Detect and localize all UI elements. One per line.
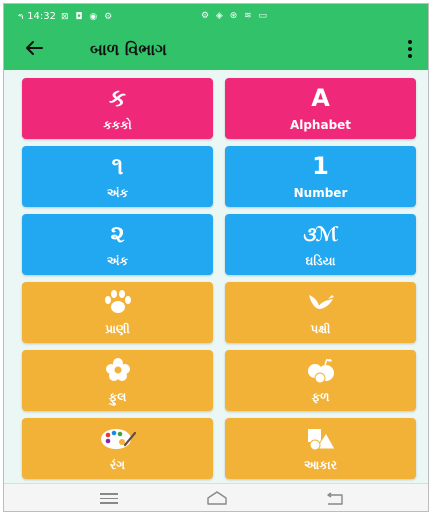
system-status-icons: ⚙ ◈ ⊛ ≋ ▭ <box>201 11 270 21</box>
tile-label: ફુલ <box>108 390 127 404</box>
flower-icon <box>22 356 213 384</box>
system-nav-bar <box>4 483 428 511</box>
paw-icon <box>22 288 213 316</box>
tile-number[interactable]: 1 Number <box>225 146 416 207</box>
tile-label: પ્રાણી <box>105 322 130 336</box>
latin-a-letter-icon: A <box>311 84 330 112</box>
tile-fal[interactable]: ફળ <box>225 350 416 411</box>
signal-indicator: ⁴⁶ᵢₗₗ <box>18 12 23 21</box>
tile-aakar[interactable]: આકાર <box>225 418 416 479</box>
nav-back-icon[interactable] <box>324 491 346 510</box>
arrow-left-icon[interactable] <box>24 38 44 61</box>
status-left: ⁴⁶ᵢₗₗ 14:32 ⊠ ◘ ◉ ⚙ <box>18 11 114 22</box>
palette-icon <box>22 424 213 452</box>
tile-rang[interactable]: રંગ <box>22 418 213 479</box>
tile-ghadiya[interactable]: ૩ℳ ઘડિયા <box>225 214 416 275</box>
gujarati-ka-letter-icon: ક <box>109 84 126 112</box>
tile-alphabet[interactable]: A Alphabet <box>225 78 416 139</box>
recent-apps-icon[interactable] <box>100 493 118 507</box>
tile-label: રંગ <box>110 458 125 472</box>
tile-label: કકકો <box>103 118 132 132</box>
tile-label: Alphabet <box>289 118 352 132</box>
bird-icon <box>225 288 416 316</box>
tile-label: ઘડિયા <box>305 254 336 268</box>
gujarati-digit-two-icon: ૨ <box>110 220 125 248</box>
tile-prani[interactable]: પ્રાણી <box>22 282 213 343</box>
tile-pakshi[interactable]: પક્ષી <box>225 282 416 343</box>
page-title: બાળ વિભાગ <box>90 40 167 59</box>
notification-icons: ⊠ ◘ ◉ ⚙ <box>61 11 115 22</box>
tile-label: પક્ષી <box>310 322 331 336</box>
phone-screen: ⁴⁶ᵢₗₗ 14:32 ⊠ ◘ ◉ ⚙ ⚙ ◈ ⊛ ≋ ▭ બાળ વિભાગ … <box>3 3 429 512</box>
tile-label: અંક <box>106 254 129 268</box>
app-bar: બાળ વિભાગ <box>4 30 428 70</box>
home-icon[interactable] <box>206 490 228 510</box>
tile-ank-hindi[interactable]: ૨ અંક <box>22 214 213 275</box>
tile-phool[interactable]: ફુલ <box>22 350 213 411</box>
tile-kakko[interactable]: ક કકકો <box>22 78 213 139</box>
shapes-icon <box>225 424 416 452</box>
tile-label: આકાર <box>304 458 337 472</box>
status-bar: ⁴⁶ᵢₗₗ 14:32 ⊠ ◘ ◉ ⚙ ⚙ ◈ ⊛ ≋ ▭ <box>4 4 428 30</box>
multiplication-table-icon: ૩ℳ <box>301 222 339 246</box>
tile-label: ફળ <box>311 390 330 404</box>
fruits-icon <box>225 356 416 384</box>
digit-one-icon: 1 <box>312 152 329 180</box>
gujarati-digit-one-icon: ૧ <box>111 152 124 180</box>
tile-label: અંક <box>106 186 129 200</box>
tile-ank-gujarati[interactable]: ૧ અંક <box>22 146 213 207</box>
status-time: 14:32 <box>27 11 57 22</box>
tile-label: Number <box>293 186 348 200</box>
category-grid: ક કકકો A Alphabet ૧ અંક 1 Number ૨ અંક ૩… <box>22 78 419 498</box>
more-vert-icon[interactable] <box>408 40 414 58</box>
